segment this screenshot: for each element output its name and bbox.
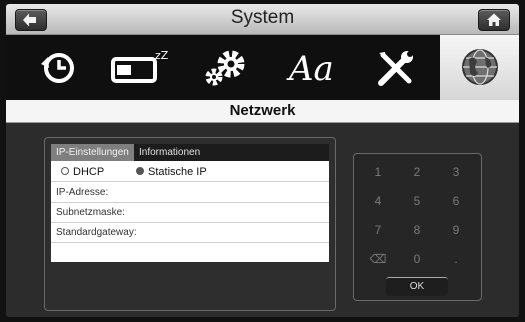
key-2[interactable]: 2 bbox=[399, 160, 435, 184]
ip-address-label: IP-Adresse: bbox=[56, 187, 109, 198]
category-settings[interactable] bbox=[191, 35, 261, 100]
key-1[interactable]: 1 bbox=[360, 160, 396, 184]
key-7[interactable]: 7 bbox=[360, 218, 396, 242]
category-network[interactable] bbox=[440, 35, 519, 100]
key-9[interactable]: 9 bbox=[438, 218, 474, 242]
subnet-mask-field[interactable]: Subnetzmaske: bbox=[51, 202, 329, 223]
mode-row: DHCP Statische IP bbox=[51, 161, 329, 182]
category-tools[interactable] bbox=[361, 35, 431, 100]
home-icon bbox=[487, 13, 501, 26]
key-4[interactable]: 4 bbox=[360, 189, 396, 213]
tab-ip-settings[interactable]: IP-Einstellungen bbox=[51, 144, 134, 161]
screen: System zZ Aa Netzwerk IP-Einstellungen I… bbox=[0, 0, 525, 322]
home-button[interactable] bbox=[478, 9, 510, 31]
tab-bar: IP-Einstellungen Informationen bbox=[51, 144, 329, 161]
font-icon: Aa bbox=[286, 49, 334, 89]
tools-icon bbox=[378, 51, 413, 86]
page-title: System bbox=[230, 7, 295, 28]
key-6[interactable]: 6 bbox=[438, 189, 474, 213]
app-window: System zZ Aa Netzwerk IP-Einstellungen I… bbox=[6, 4, 519, 317]
numeric-keypad: 1 2 3 4 5 6 7 8 9 ⌫ 0 . OK bbox=[353, 153, 482, 301]
static-ip-label: Statische IP bbox=[148, 166, 207, 178]
subnet-mask-label: Subnetzmaske: bbox=[56, 207, 125, 218]
key-5[interactable]: 5 bbox=[399, 189, 435, 213]
category-font[interactable]: Aa bbox=[281, 35, 351, 100]
key-0[interactable]: 0 bbox=[399, 247, 435, 271]
network-settings-panel: IP-Einstellungen Informationen DHCP Stat… bbox=[44, 137, 336, 311]
default-gateway-label: Standardgateway: bbox=[56, 227, 137, 238]
key-8[interactable]: 8 bbox=[399, 218, 435, 242]
key-dot[interactable]: . bbox=[438, 247, 474, 271]
gears-icon bbox=[205, 50, 245, 86]
ip-settings-form: DHCP Statische IP IP-Adresse: Subnetzmas… bbox=[51, 161, 329, 262]
title-bar: System bbox=[6, 4, 519, 35]
section-header: Netzwerk bbox=[6, 100, 519, 123]
svg-text:Aa: Aa bbox=[286, 49, 334, 89]
category-bar: zZ Aa bbox=[6, 35, 519, 100]
default-gateway-field[interactable]: Standardgateway: bbox=[51, 222, 329, 243]
radio-checked-icon bbox=[136, 167, 144, 175]
backspace-key[interactable]: ⌫ bbox=[360, 247, 396, 271]
tab-information[interactable]: Informationen bbox=[134, 144, 205, 161]
key-3[interactable]: 3 bbox=[438, 160, 474, 184]
ok-button[interactable]: OK bbox=[386, 277, 448, 296]
static-ip-radio[interactable]: Statische IP bbox=[136, 166, 207, 178]
dhcp-radio[interactable]: DHCP bbox=[61, 166, 104, 178]
ip-address-field[interactable]: IP-Adresse: bbox=[51, 182, 329, 203]
category-history[interactable] bbox=[21, 35, 91, 100]
network-globe-icon bbox=[462, 49, 498, 85]
content-area: IP-Einstellungen Informationen DHCP Stat… bbox=[6, 123, 519, 317]
section-title: Netzwerk bbox=[229, 102, 296, 119]
sleep-battery-icon: zZ bbox=[111, 49, 169, 83]
svg-text:zZ: zZ bbox=[155, 49, 169, 62]
dhcp-label: DHCP bbox=[73, 166, 105, 178]
radio-unchecked-icon bbox=[61, 167, 69, 175]
category-sleep[interactable]: zZ bbox=[101, 35, 171, 100]
history-clock-icon bbox=[41, 53, 74, 83]
